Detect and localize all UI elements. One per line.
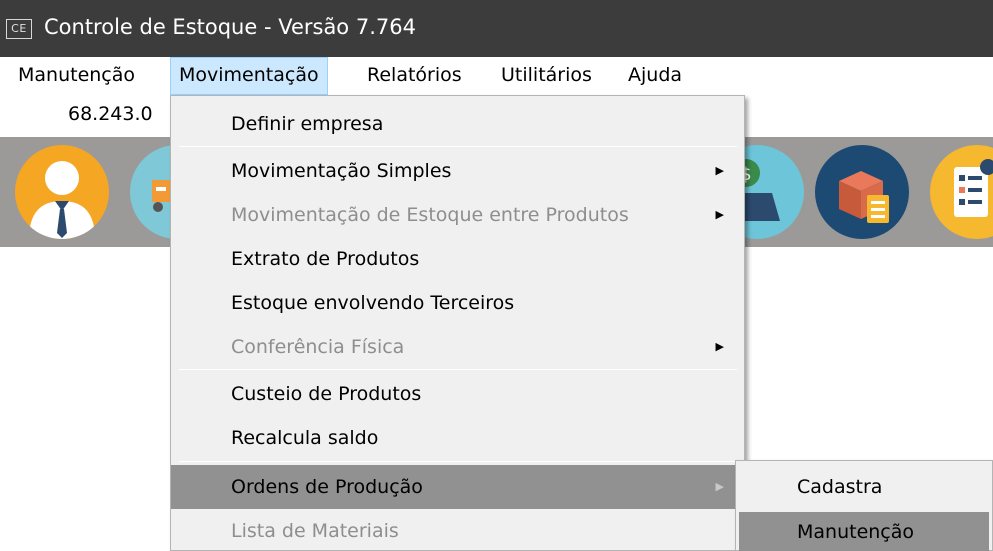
app-icon[interactable]: CE <box>6 19 32 39</box>
menuitem-lista-materiais: Lista de Materiais <box>171 509 744 551</box>
menu-separator <box>179 461 737 462</box>
menuitem-label: Estoque envolvendo Terceiros <box>231 292 515 314</box>
menu-utilitarios[interactable]: Utilitários <box>493 57 600 95</box>
menu-ajuda[interactable]: Ajuda <box>620 57 690 95</box>
box-clipboard-icon[interactable] <box>815 145 909 239</box>
menuitem-custeio-produtos[interactable]: Custeio de Produtos <box>171 372 744 416</box>
title-bar: CE Controle de Estoque - Versão 7.764 <box>0 0 993 57</box>
menuitem-label: Custeio de Produtos <box>231 383 422 405</box>
menuitem-label: Definir empresa <box>231 113 384 135</box>
menuitem-label: Conferência Física <box>231 336 405 358</box>
menuitem-label: Lista de Materiais <box>231 520 399 542</box>
menuitem-label: Ordens de Produção <box>231 476 423 498</box>
submenu-arrow-icon: ▶ <box>715 340 724 353</box>
menuitem-label: Cadastra <box>797 476 883 498</box>
menuitem-ordens-producao[interactable]: Ordens de Produção ▶ <box>171 465 744 509</box>
menuitem-label: Movimentação Simples <box>231 160 452 182</box>
window-title: Controle de Estoque - Versão 7.764 <box>44 15 416 39</box>
menuitem-extrato-produtos[interactable]: Extrato de Produtos <box>171 237 744 281</box>
menuitem-conferencia-fisica: Conferência Física ▶ <box>171 325 744 369</box>
menu-movimentacao[interactable]: Movimentação <box>170 57 328 95</box>
menuitem-label: Manutenção <box>797 521 915 543</box>
ordens-producao-submenu: Cadastra Manutenção <box>735 460 993 551</box>
submenu-arrow-icon: ▶ <box>715 208 724 221</box>
submenuitem-cadastra[interactable]: Cadastra <box>739 467 989 507</box>
menuitem-movimentacao-simples[interactable]: Movimentação Simples ▶ <box>171 149 744 193</box>
menu-bar: Manutenção Movimentação Relatórios Utili… <box>0 57 993 95</box>
menu-relatorios[interactable]: Relatórios <box>359 57 470 95</box>
menuitem-label: Extrato de Produtos <box>231 248 420 270</box>
menuitem-estoque-terceiros[interactable]: Estoque envolvendo Terceiros <box>171 281 744 325</box>
submenuitem-manutencao[interactable]: Manutenção <box>739 512 989 551</box>
submenu-arrow-icon: ▶ <box>715 480 724 493</box>
menuitem-recalcula-saldo[interactable]: Recalcula saldo <box>171 416 744 460</box>
menuitem-label: Movimentação de Estoque entre Produtos <box>231 204 629 226</box>
info-value: 68.243.0 <box>68 103 153 125</box>
menu-separator <box>179 146 737 147</box>
checklist-icon[interactable] <box>930 145 993 239</box>
submenu-arrow-icon: ▶ <box>715 164 724 177</box>
user-icon[interactable] <box>15 145 109 239</box>
menuitem-label: Recalcula saldo <box>231 427 379 449</box>
menuitem-definir-empresa[interactable]: Definir empresa <box>171 102 744 146</box>
movimentacao-dropdown: Definir empresa Movimentação Simples ▶ M… <box>170 95 745 551</box>
menu-manutencao[interactable]: Manutenção <box>10 57 143 95</box>
menu-separator <box>179 369 737 370</box>
menuitem-movimentacao-entre-produtos: Movimentação de Estoque entre Produtos ▶ <box>171 193 744 237</box>
